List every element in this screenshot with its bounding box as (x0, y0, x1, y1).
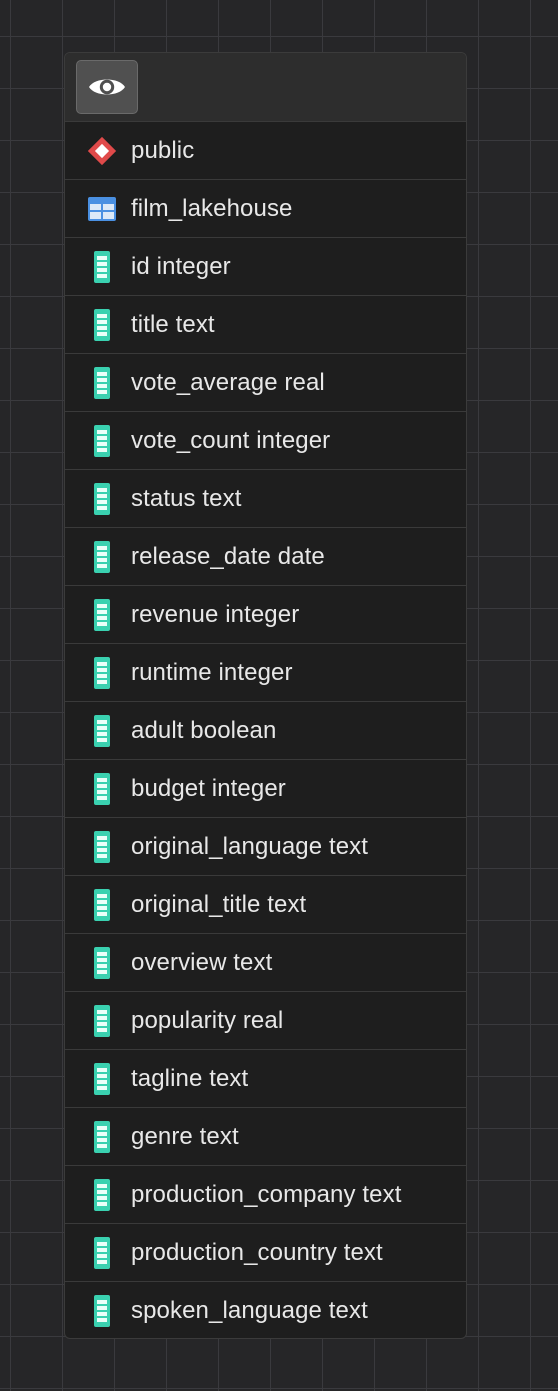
schema-row[interactable]: public (65, 121, 466, 179)
column-label: popularity real (131, 1006, 284, 1034)
column-label: vote_average real (131, 368, 325, 396)
column-label: runtime integer (131, 658, 293, 686)
column-icon (85, 1120, 119, 1154)
column-label: budget integer (131, 774, 286, 802)
column-icon (85, 366, 119, 400)
schema-name: public (131, 136, 195, 164)
toggle-visibility-button[interactable] (76, 60, 138, 114)
column-row[interactable]: revenue integer (65, 585, 466, 643)
column-row[interactable]: production_country text (65, 1223, 466, 1281)
column-icon (85, 1062, 119, 1096)
column-label: production_country text (131, 1238, 383, 1266)
column-label: original_title text (131, 890, 307, 918)
column-icon (85, 946, 119, 980)
column-label: adult boolean (131, 716, 277, 744)
column-icon (85, 540, 119, 574)
column-row[interactable]: budget integer (65, 759, 466, 817)
column-icon (85, 830, 119, 864)
column-row[interactable]: runtime integer (65, 643, 466, 701)
schema-diamond-icon (85, 134, 119, 168)
column-row[interactable]: vote_average real (65, 353, 466, 411)
column-row[interactable]: title text (65, 295, 466, 353)
column-row[interactable]: adult boolean (65, 701, 466, 759)
column-label: original_language text (131, 832, 369, 860)
table-row[interactable]: film_lakehouse (65, 179, 466, 237)
column-label: release_date date (131, 542, 325, 570)
column-row[interactable]: original_language text (65, 817, 466, 875)
column-icon (85, 656, 119, 690)
column-icon (85, 482, 119, 516)
column-label: spoken_language text (131, 1296, 368, 1324)
column-icon (85, 424, 119, 458)
column-row[interactable]: vote_count integer (65, 411, 466, 469)
column-label: tagline text (131, 1064, 249, 1092)
schema-table-card: public film_lakehouse id integer title te… (64, 52, 467, 1339)
column-icon (85, 1004, 119, 1038)
column-label: revenue integer (131, 600, 300, 628)
eye-icon (89, 79, 125, 95)
column-row[interactable]: popularity real (65, 991, 466, 1049)
column-label: genre text (131, 1122, 239, 1150)
table-icon (85, 192, 119, 226)
table-name: film_lakehouse (131, 194, 293, 222)
column-icon (85, 772, 119, 806)
column-row[interactable]: tagline text (65, 1049, 466, 1107)
column-icon (85, 1294, 119, 1328)
column-label: status text (131, 484, 242, 512)
column-icon (85, 888, 119, 922)
column-icon (85, 598, 119, 632)
column-row[interactable]: spoken_language text (65, 1281, 466, 1338)
column-label: id integer (131, 252, 231, 280)
column-row[interactable]: original_title text (65, 875, 466, 933)
column-row[interactable]: release_date date (65, 527, 466, 585)
column-row[interactable]: overview text (65, 933, 466, 991)
column-icon (85, 1178, 119, 1212)
column-icon (85, 714, 119, 748)
column-label: title text (131, 310, 215, 338)
column-label: production_company text (131, 1180, 402, 1208)
column-label: overview text (131, 948, 273, 976)
column-row[interactable]: production_company text (65, 1165, 466, 1223)
column-row[interactable]: status text (65, 469, 466, 527)
column-row[interactable]: genre text (65, 1107, 466, 1165)
column-icon (85, 1236, 119, 1270)
column-label: vote_count integer (131, 426, 331, 454)
tree-rows: public film_lakehouse id integer title te… (65, 121, 466, 1338)
card-header (65, 53, 466, 121)
column-row[interactable]: id integer (65, 237, 466, 295)
column-icon (85, 308, 119, 342)
column-icon (85, 250, 119, 284)
